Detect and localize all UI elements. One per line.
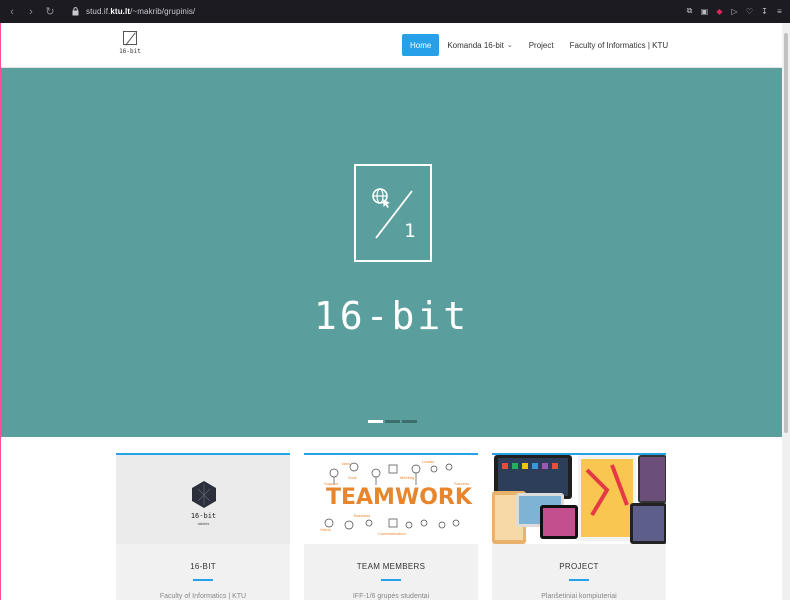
- page-scrollbar[interactable]: [782, 23, 790, 600]
- site-logo[interactable]: 16-bit: [119, 31, 141, 59]
- tablets-photo-icon: [492, 455, 666, 544]
- main-nav: Home Komanda 16-bit ⌄ Project Faculty of …: [402, 34, 676, 56]
- card-desc: Faculty of Informatics | KTU: [159, 593, 247, 600]
- address-bar[interactable]: stud.if.ktu.lt/~makrib/grupinis/: [86, 7, 195, 16]
- card-image-tablets: [492, 455, 666, 544]
- logo-emblem-icon: [123, 31, 137, 45]
- teamwork-word: TEAMWORK: [326, 485, 472, 510]
- shield-icon[interactable]: ◆: [715, 4, 724, 18]
- card-divider: [569, 579, 589, 581]
- nav-komanda[interactable]: Komanda 16-bit ⌄: [439, 34, 520, 56]
- globe-cursor-icon: [372, 188, 413, 239]
- tag-idea: Idea: [342, 461, 350, 466]
- card-title: PROJECT: [559, 562, 599, 571]
- card-16bit[interactable]: 16-bit tablets 16-BIT Faculty of Informa…: [116, 453, 290, 600]
- url-domain: ktu.lt: [110, 7, 131, 16]
- reload-icon[interactable]: ↻: [42, 4, 58, 20]
- carousel-dot-1[interactable]: [368, 420, 383, 423]
- download-icon[interactable]: ↧: [760, 4, 769, 18]
- carousel-dot-2[interactable]: [385, 420, 400, 423]
- card-image-16bit: 16-bit tablets: [116, 455, 290, 544]
- back-icon[interactable]: ‹: [4, 4, 20, 20]
- chevron-down-icon: ⌄: [506, 42, 513, 49]
- nav-komanda-label: Komanda 16-bit: [447, 40, 504, 50]
- scrollbar-thumb[interactable]: [784, 33, 788, 433]
- card-desc: IFF-1/6 grupės studentai: [352, 593, 430, 600]
- nav-project[interactable]: Project: [521, 34, 562, 56]
- forward-icon[interactable]: ›: [23, 4, 39, 20]
- tag-communication: Communication: [378, 531, 406, 536]
- lock-icon[interactable]: [70, 6, 80, 17]
- feature-cards: 16-bit tablets 16-BIT Faculty of Informa…: [116, 453, 666, 600]
- card-image-subtitle: tablets: [197, 521, 210, 526]
- browser-toolbar: ‹ › ↻ stud.if.ktu.lt/~makrib/grupinis/ ⧉…: [0, 0, 790, 23]
- card-title: 16-BIT: [190, 562, 216, 571]
- nav-faculty[interactable]: Faculty of Informatics | KTU: [562, 34, 677, 56]
- logo-text: 16-bit: [119, 48, 141, 55]
- toolbar-icons: ⧉ ▣ ◆ ▷ ♡ ↧ ≡: [685, 4, 784, 18]
- tag-leader: Leader: [422, 459, 435, 464]
- hero-title: 16-bit: [313, 294, 470, 338]
- carousel-indicators: [368, 420, 417, 423]
- share-icon[interactable]: ⧉: [685, 4, 694, 18]
- hero-emblem: 1: [354, 164, 432, 262]
- card-team[interactable]: Idea Goal Meeting Leader Support Success…: [304, 453, 478, 600]
- site-header: 16-bit Home Komanda 16-bit ⌄ Project Facu…: [1, 23, 782, 68]
- tag-vision: Vision: [320, 527, 331, 532]
- hero-carousel: 1 16-bit: [1, 68, 782, 437]
- carousel-dot-3[interactable]: [402, 420, 417, 423]
- url-path: /~makrib/grupinis/: [130, 7, 196, 16]
- card-project[interactable]: PROJECT Planšetiniai kompiuteriai: [492, 453, 666, 600]
- send-icon[interactable]: ▷: [730, 4, 739, 18]
- tag-goal: Goal: [348, 475, 357, 480]
- screenshot-icon[interactable]: ▣: [700, 4, 709, 18]
- card-image-teamwork: Idea Goal Meeting Leader Support Success…: [304, 455, 478, 544]
- menu-icon[interactable]: ≡: [775, 4, 784, 18]
- nav-home[interactable]: Home: [402, 34, 440, 56]
- card-divider: [381, 579, 401, 581]
- card-title: TEAM MEMBERS: [356, 562, 426, 571]
- url-prefix: stud.if.: [86, 7, 111, 16]
- card-image-title: 16-bit: [190, 512, 217, 520]
- hexagon-logo-icon: [191, 481, 216, 508]
- heart-icon[interactable]: ♡: [745, 4, 754, 18]
- tag-meeting: Meeting: [400, 475, 415, 480]
- tag-business: Business: [354, 513, 371, 518]
- hero-emblem-number: 1: [404, 220, 416, 242]
- card-desc: Planšetiniai kompiuteriai: [541, 593, 617, 600]
- card-divider: [193, 579, 213, 581]
